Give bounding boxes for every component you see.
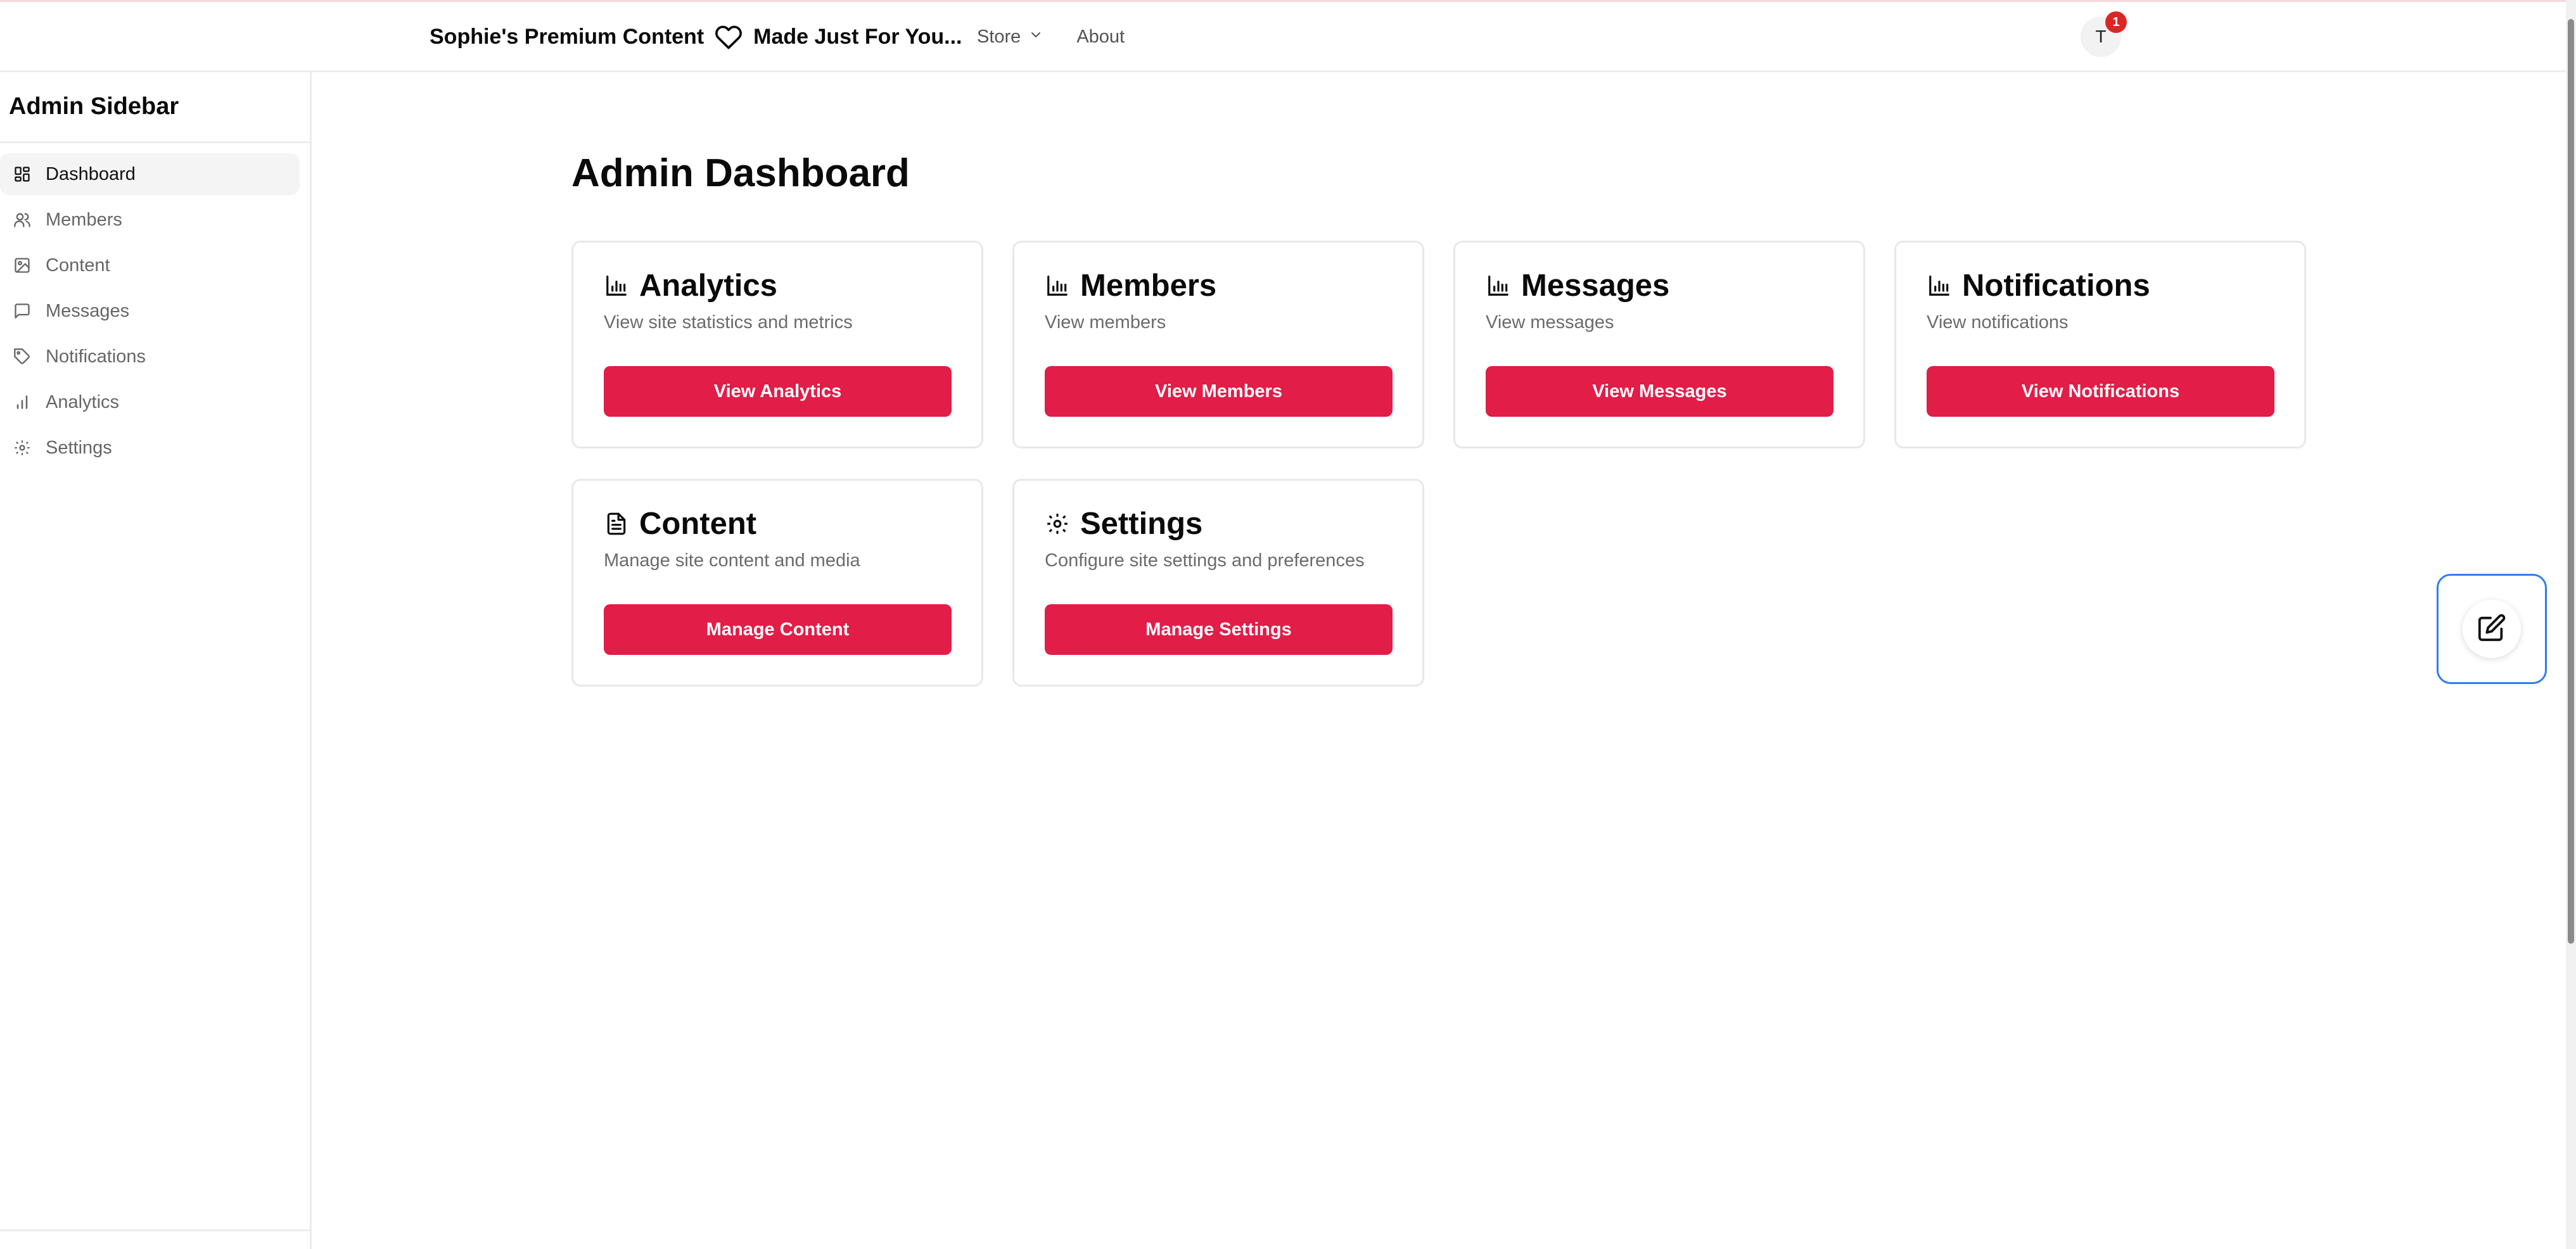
brand-tagline: Made Just For You... (753, 25, 962, 49)
gear-icon (1045, 511, 1070, 536)
bar-chart-icon (604, 273, 629, 298)
view-notifications-button[interactable]: View Notifications (1927, 366, 2274, 417)
card-notifications: Notifications View notifications View No… (1894, 241, 2306, 448)
card-header: Analytics (604, 268, 777, 303)
document-icon (604, 511, 629, 536)
chevron-down-icon (1028, 27, 1043, 48)
view-analytics-button[interactable]: View Analytics (604, 366, 952, 417)
sidebar-item-messages[interactable]: Messages (0, 290, 300, 332)
bar-chart-icon (1486, 273, 1511, 298)
card-header: Members (1045, 268, 1216, 303)
bar-chart-icon (1927, 273, 1952, 298)
card-title: Members (1080, 269, 1217, 303)
avatar-initial: T (2095, 27, 2107, 46)
sidebar-title: Admin Sidebar (0, 72, 310, 143)
sidebar-item-analytics[interactable]: Analytics (0, 381, 300, 423)
scrollbar-thumb[interactable] (2568, 19, 2574, 944)
sidebar-item-label: Members (46, 209, 122, 230)
nav-store[interactable]: Store (977, 27, 1043, 48)
card-header: Messages (1486, 268, 1669, 303)
main-nav: Store About (977, 2, 1125, 72)
floating-edit-button[interactable] (2463, 600, 2521, 658)
sidebar-item-label: Analytics (46, 391, 120, 412)
card-description: View members (1045, 312, 1166, 333)
sidebar-item-content[interactable]: Content (0, 244, 300, 286)
card-description: View messages (1486, 312, 1614, 333)
sidebar-item-label: Settings (46, 437, 112, 458)
users-icon (13, 210, 32, 229)
page-title: Admin Dashboard (571, 151, 910, 195)
nav-about[interactable]: About (1076, 27, 1125, 48)
edit-icon (2477, 613, 2506, 645)
card-members: Members View members View Members (1012, 241, 1424, 448)
nav-store-label: Store (977, 27, 1021, 47)
sidebar-item-label: Messages (46, 300, 130, 321)
top-navbar: Sophie's Premium Content Made Just For Y… (0, 2, 2566, 72)
card-title: Notifications (1962, 269, 2150, 303)
heart-icon (714, 23, 743, 52)
view-members-button[interactable]: View Members (1045, 366, 1393, 417)
sidebar-item-dashboard[interactable]: Dashboard (0, 153, 300, 195)
admin-sidebar: Admin Sidebar Dashboard Members Content … (0, 72, 312, 1249)
sidebar-item-members[interactable]: Members (0, 199, 300, 241)
notification-badge: 1 (2105, 11, 2127, 33)
sidebar-footer-divider (0, 1229, 310, 1231)
bar-chart-icon (1045, 273, 1070, 298)
card-title: Content (639, 507, 757, 541)
card-description: Configure site settings and preferences (1045, 550, 1365, 571)
card-analytics: Analytics View site statistics and metri… (571, 241, 983, 448)
floating-edit-focus-ring (2437, 574, 2547, 684)
message-icon (13, 301, 32, 320)
brand-name: Sophie's Premium Content (430, 25, 705, 49)
card-messages: Messages View messages View Messages (1453, 241, 1865, 448)
sidebar-item-notifications[interactable]: Notifications (0, 336, 300, 377)
sidebar-item-label: Content (46, 255, 110, 276)
card-title: Analytics (639, 269, 777, 303)
tag-icon (13, 347, 32, 366)
card-header: Notifications (1927, 268, 2150, 303)
card-title: Settings (1080, 507, 1203, 541)
view-messages-button[interactable]: View Messages (1486, 366, 1833, 417)
manage-content-button[interactable]: Manage Content (604, 604, 952, 655)
brand[interactable]: Sophie's Premium Content Made Just For Y… (430, 2, 962, 72)
image-icon (13, 256, 32, 275)
card-description: View site statistics and metrics (604, 312, 853, 333)
card-title: Messages (1521, 269, 1670, 303)
card-description: View notifications (1927, 312, 2069, 333)
card-content: Content Manage site content and media Ma… (571, 479, 983, 687)
card-header: Settings (1045, 506, 1202, 542)
sidebar-item-settings[interactable]: Settings (0, 427, 300, 469)
sidebar-item-label: Dashboard (46, 163, 136, 184)
gear-icon (13, 438, 32, 457)
card-header: Content (604, 506, 756, 542)
card-settings: Settings Configure site settings and pre… (1012, 479, 1424, 687)
card-description: Manage site content and media (604, 550, 860, 571)
bar-chart-icon (13, 393, 32, 412)
manage-settings-button[interactable]: Manage Settings (1045, 604, 1393, 655)
sidebar-menu: Dashboard Members Content Messages Notif… (0, 143, 310, 469)
dashboard-icon (13, 165, 32, 184)
sidebar-item-label: Notifications (46, 346, 146, 367)
nav-about-label: About (1076, 27, 1125, 47)
